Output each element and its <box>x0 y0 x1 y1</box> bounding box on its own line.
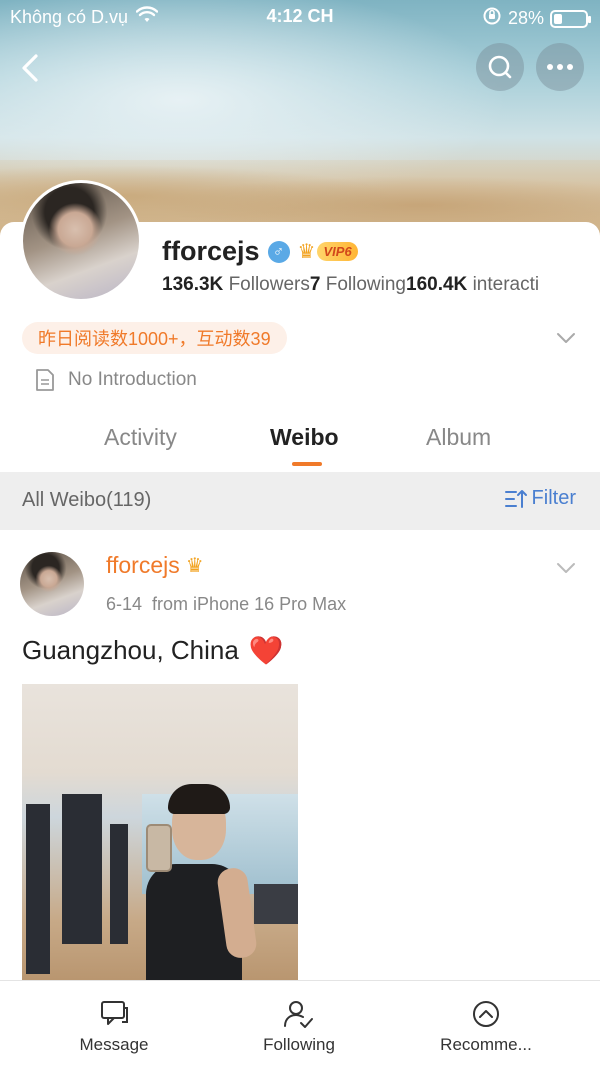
phone <box>146 824 172 872</box>
profile-name: fforcejs <box>162 236 260 266</box>
followers-count: 136.3K <box>162 274 224 295</box>
following-icon <box>284 1001 313 1028</box>
profile-name-row: fforcejs ♂ ♛ VIP6 <box>162 236 358 267</box>
vip-crown-icon: ♛ <box>185 555 204 577</box>
crown-icon: ♛ <box>297 241 316 263</box>
post-author-row: fforcejs ♛ <box>106 552 204 579</box>
heart-emoji: ❤️ <box>248 635 284 666</box>
more-dots-icon <box>547 64 573 70</box>
reads-summary-pill[interactable]: 昨日阅读数1000+，互动数39 <box>22 322 287 354</box>
following-stat[interactable]: 7 Following <box>310 274 406 295</box>
filter-icon <box>504 489 527 508</box>
following-label: Following <box>325 274 406 295</box>
search-icon <box>488 55 512 79</box>
status-right: 28% <box>482 6 591 31</box>
message-button[interactable]: Message <box>34 999 194 1055</box>
following-button[interactable]: Following <box>219 999 379 1055</box>
back-button[interactable] <box>14 48 50 88</box>
recommend-label: Recomme... <box>440 1035 532 1054</box>
gym-machine <box>62 794 102 944</box>
interactions-label: interacti <box>472 274 540 295</box>
filter-button[interactable]: Filter <box>504 487 576 510</box>
more-options-button[interactable] <box>536 43 584 91</box>
search-button[interactable] <box>476 43 524 91</box>
vip-level-label: VIP6 <box>317 242 358 261</box>
following-count: 7 <box>309 274 321 295</box>
post-date: 6-14 <box>106 594 143 614</box>
interactions-count: 160.4K <box>406 274 468 295</box>
reads-summary-text: 昨日阅读数1000+，互动数39 <box>38 329 271 349</box>
message-label: Message <box>79 1035 149 1054</box>
introduction-text: No Introduction <box>68 369 197 390</box>
post-image[interactable] <box>22 684 298 980</box>
status-bar: Không có D.vụ 4:12 CH 28% <box>0 0 600 34</box>
recommend-icon <box>473 1001 499 1027</box>
post-text-content: Guangzhou, China <box>22 635 239 665</box>
weibo-post[interactable]: fforcejs ♛ 6-14 from iPhone 16 Pro Max G… <box>0 530 600 980</box>
post-author-avatar[interactable] <box>20 552 84 616</box>
profile-avatar[interactable] <box>20 180 142 302</box>
introduction-row[interactable]: No Introduction <box>34 368 197 392</box>
gym-machine <box>26 804 50 974</box>
vip-badge[interactable]: ♛ VIP6 <box>298 239 358 264</box>
tab-weibo[interactable]: Weibo <box>270 424 339 451</box>
active-tab-indicator <box>292 462 322 466</box>
interactions-stat[interactable]: 160.4K interacti <box>406 274 539 295</box>
gym-machine <box>254 884 298 924</box>
document-icon <box>36 369 54 391</box>
followers-stat[interactable]: 136.3K Followers <box>162 274 310 295</box>
gym-machine <box>110 824 128 944</box>
message-icon <box>101 1001 128 1025</box>
chevron-down-icon <box>557 333 575 343</box>
followers-label: Followers <box>228 274 310 295</box>
battery-percent: 28% <box>507 8 544 28</box>
filter-label: Filter <box>531 487 576 509</box>
battery-icon <box>550 9 591 28</box>
post-source: from iPhone 16 Pro Max <box>152 594 347 614</box>
post-meta: 6-14 from iPhone 16 Pro Max <box>106 594 346 615</box>
male-gender-icon: ♂ <box>267 240 290 263</box>
back-arrow-icon <box>22 54 38 82</box>
person-hair <box>168 784 230 814</box>
tab-activity[interactable]: Activity <box>104 424 177 451</box>
following-label: Following <box>263 1035 335 1054</box>
post-text: Guangzhou, China ❤️ <box>22 634 284 667</box>
expand-profile-button[interactable] <box>554 326 578 350</box>
recommend-button[interactable]: Recomme... <box>406 999 566 1055</box>
bottom-action-bar: Message Following Recomme... <box>0 980 600 1067</box>
post-options-button[interactable] <box>554 556 578 580</box>
post-author-name[interactable]: fforcejs <box>106 552 180 579</box>
profile-stats: 136.3K Followers7 Following160.4K intera… <box>162 274 600 296</box>
filter-bar: All Weibo(119) Filter <box>0 472 600 530</box>
tab-album[interactable]: Album <box>426 424 491 451</box>
rotation-lock-icon <box>482 6 502 31</box>
battery-fill <box>554 13 563 24</box>
weibo-count-label: All Weibo(119) <box>22 489 152 511</box>
chevron-down-icon <box>557 563 575 573</box>
